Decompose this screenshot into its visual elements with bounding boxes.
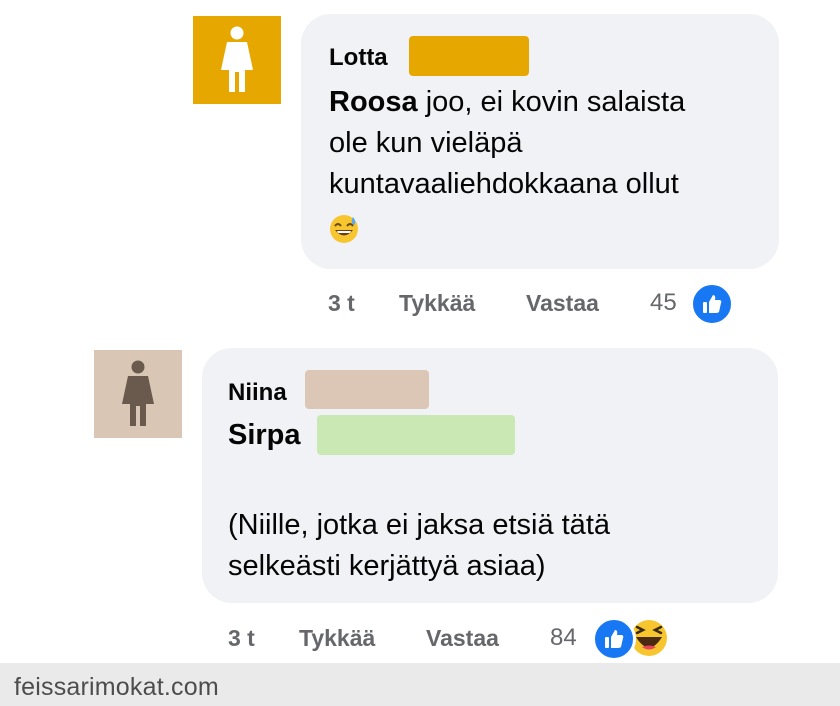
comment-text-line: ole kun vieläpä — [329, 127, 523, 159]
comment-author[interactable]: Lotta — [329, 44, 388, 72]
watermark: feissarimokat.com — [14, 673, 219, 701]
like-icon[interactable] — [592, 617, 636, 661]
comment-time[interactable]: 3 t — [228, 624, 255, 652]
redacted-surname — [409, 36, 529, 76]
redacted-surname — [305, 370, 429, 409]
mention[interactable]: Roosa — [329, 86, 418, 118]
woman-figure-icon — [122, 360, 154, 426]
comment-text-line: (Niille, jotka ei jaksa etsiä tätä — [228, 509, 610, 541]
like-link[interactable]: Tykkää — [399, 289, 475, 317]
avatar[interactable] — [193, 16, 281, 104]
mention[interactable]: Sirpa — [228, 419, 301, 451]
comment-text-line: selkeästi kerjättyä asiaa) — [228, 550, 546, 582]
reply-link[interactable]: Vastaa — [526, 289, 599, 317]
comment-author[interactable]: Niina — [228, 379, 287, 407]
like-icon[interactable] — [690, 282, 734, 326]
avatar[interactable] — [94, 350, 182, 438]
woman-figure-icon — [221, 26, 253, 92]
reply-link[interactable]: Vastaa — [426, 624, 499, 652]
comment-mention-line: Sirpa — [228, 415, 301, 456]
redacted-mention — [317, 415, 515, 455]
reaction-count[interactable]: 45 — [650, 289, 677, 317]
grinning-sweat-emoji — [330, 215, 358, 243]
comment-text-line: kuntavaaliehdokkaana ollut — [329, 168, 679, 200]
comment-text: Roosa joo, ei kovin salaista — [329, 86, 686, 118]
reaction-count[interactable]: 84 — [550, 624, 577, 652]
like-link[interactable]: Tykkää — [299, 624, 375, 652]
comment-time[interactable]: 3 t — [328, 289, 355, 317]
